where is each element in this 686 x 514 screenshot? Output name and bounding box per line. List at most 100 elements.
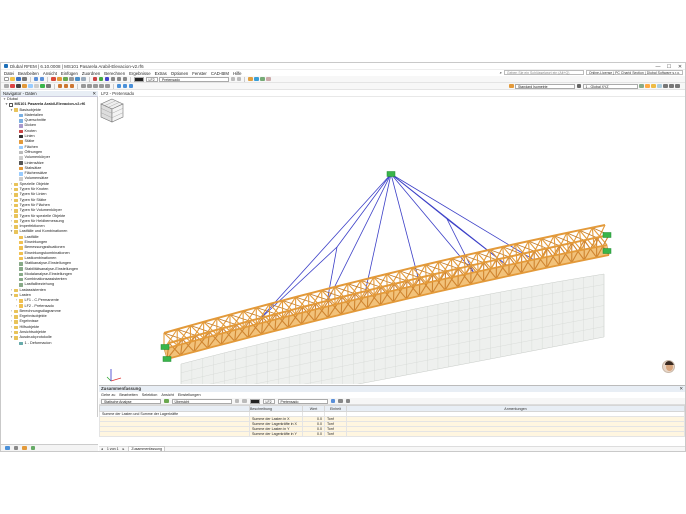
snap-icon[interactable]: [87, 83, 92, 89]
summary-lc-name-combo[interactable]: Pretensado: [277, 398, 328, 404]
overview-combo[interactable]: Übersicht: [171, 398, 232, 404]
measure-icon[interactable]: [81, 83, 86, 89]
view-z-icon[interactable]: [104, 76, 109, 82]
pan-icon[interactable]: [122, 76, 127, 82]
view-y-icon[interactable]: [98, 76, 103, 82]
maximize-button[interactable]: ☐: [666, 64, 672, 70]
menu-hilfe[interactable]: Hilfe: [233, 71, 242, 76]
table-icon[interactable]: [63, 76, 68, 82]
view-x-icon[interactable]: [92, 76, 97, 82]
export-icon[interactable]: [330, 398, 336, 404]
summary-lc-id-combo[interactable]: LF2: [262, 398, 275, 404]
lighting-icon[interactable]: [651, 83, 656, 89]
line-tool-icon[interactable]: [16, 83, 21, 89]
table-row[interactable]: Summe der Lagerkräfte in Y 0.0 Tonf: [99, 431, 685, 437]
dimension-icon[interactable]: [99, 83, 104, 89]
display-icon[interactable]: [639, 83, 644, 89]
save-icon[interactable]: [16, 76, 21, 82]
grid-icon[interactable]: [69, 76, 74, 82]
next-icon[interactable]: [242, 398, 247, 404]
3d-viewport[interactable]: [99, 97, 685, 384]
view-cube-icon[interactable]: [99, 97, 125, 123]
select-icon[interactable]: [81, 76, 86, 82]
menu-bearbeiten[interactable]: Bearbeiten: [18, 71, 39, 76]
solid-tool-icon[interactable]: [34, 83, 39, 89]
results-toggle-icon[interactable]: [248, 76, 253, 82]
grid-snap-icon[interactable]: [93, 83, 98, 89]
open-folder-icon[interactable]: [10, 76, 15, 82]
summary-tab[interactable]: Zusammenfassung: [128, 446, 165, 451]
zoom-icon[interactable]: [116, 76, 121, 82]
load-tool-icon[interactable]: [57, 83, 62, 89]
minimize-button[interactable]: —: [655, 64, 661, 70]
surface-load-icon[interactable]: [69, 83, 74, 89]
screenshot-icon[interactable]: [669, 83, 674, 89]
menu-fenster[interactable]: Fenster: [192, 71, 207, 76]
member-tool-icon[interactable]: [22, 83, 27, 89]
display-tab-icon[interactable]: [13, 445, 18, 451]
print-icon[interactable]: [22, 76, 27, 82]
coordinate-system-icon[interactable]: [576, 83, 581, 89]
pointer-icon[interactable]: [4, 83, 9, 89]
next-page-icon[interactable]: ▸: [123, 447, 125, 451]
member-load-icon[interactable]: [63, 83, 68, 89]
surface-tool-icon[interactable]: [28, 83, 33, 89]
comment-icon[interactable]: [105, 83, 110, 89]
filter-icon[interactable]: [75, 76, 80, 82]
results-icon[interactable]: [57, 76, 62, 82]
node-tool-icon[interactable]: [10, 83, 15, 89]
view-tab-icon[interactable]: [30, 445, 35, 451]
summary-menu-bearbeiten[interactable]: Bearbeiten: [119, 392, 137, 398]
summary-menu-gehe-zu[interactable]: Gehe zu: [101, 392, 115, 398]
animation-icon[interactable]: [260, 76, 265, 82]
menu-cad-bim[interactable]: CAD-BIM: [211, 71, 229, 76]
new-file-icon[interactable]: [4, 76, 9, 82]
print-icon[interactable]: [345, 398, 351, 404]
visibility-icon[interactable]: [128, 83, 133, 89]
menu-datei[interactable]: Datei: [4, 71, 14, 76]
section-cut-icon[interactable]: [116, 83, 121, 89]
transparency-icon[interactable]: [657, 83, 662, 89]
load-case-color-combo[interactable]: [134, 76, 144, 82]
support-tool-icon[interactable]: [40, 83, 45, 89]
previous-load-case-icon[interactable]: [230, 76, 236, 82]
table-icon[interactable]: [164, 398, 169, 404]
menu-berechnen[interactable]: Berechnen: [104, 71, 125, 76]
results-tab-icon[interactable]: [22, 445, 27, 451]
load-case-name-combo[interactable]: Pretensado: [159, 76, 230, 82]
wireframe-icon[interactable]: [663, 83, 668, 89]
calculate-icon[interactable]: [51, 76, 56, 82]
hinge-tool-icon[interactable]: [46, 83, 51, 89]
menu-ergebnisse[interactable]: Ergebnisse: [129, 71, 151, 76]
render-mode-icon[interactable]: [509, 83, 514, 89]
menu-einfuegen[interactable]: Einfügen: [61, 71, 78, 76]
menu-zuordnen[interactable]: Zuordnen: [82, 71, 100, 76]
analysis-type-combo[interactable]: Statische Analyse: [101, 398, 161, 404]
deformation-icon[interactable]: [254, 76, 259, 82]
search-input[interactable]: Geben Sie ein Schlüsselwort ein (Alt+Q): [503, 70, 584, 75]
filter-icon[interactable]: [338, 398, 343, 404]
coordinate-system-combo[interactable]: 1 - Global XYZ: [582, 83, 638, 89]
settings-icon[interactable]: [675, 83, 680, 89]
data-tab-icon[interactable]: [5, 445, 10, 451]
avatar[interactable]: [662, 360, 675, 373]
first-page-icon[interactable]: ◂: [101, 447, 103, 451]
summary-menu-selektion[interactable]: Selektion: [142, 392, 158, 398]
menu-ansicht[interactable]: Ansicht: [43, 71, 57, 76]
rotate-icon[interactable]: [110, 76, 115, 82]
menu-extras[interactable]: Extras: [155, 71, 167, 76]
undo-icon[interactable]: [33, 76, 38, 82]
menu-optionen[interactable]: Optionen: [171, 71, 188, 76]
load-case-id-combo[interactable]: LF2: [145, 76, 158, 82]
summary-lc-color-combo[interactable]: [249, 398, 260, 404]
color-icon[interactable]: [645, 83, 650, 89]
previous-icon[interactable]: [234, 398, 239, 404]
close-icon[interactable]: ✕: [92, 91, 98, 96]
close-button[interactable]: ✕: [677, 64, 683, 70]
redo-icon[interactable]: [39, 76, 44, 82]
clipping-icon[interactable]: [122, 83, 127, 89]
summary-menu-ansicht[interactable]: Ansicht: [161, 392, 173, 398]
summary-menu-einstellungen[interactable]: Einstellungen: [178, 392, 201, 398]
tree-item[interactable]: 1 - Deformacion: [1, 341, 97, 346]
view-combo[interactable]: Standard Isometrie: [515, 83, 575, 89]
